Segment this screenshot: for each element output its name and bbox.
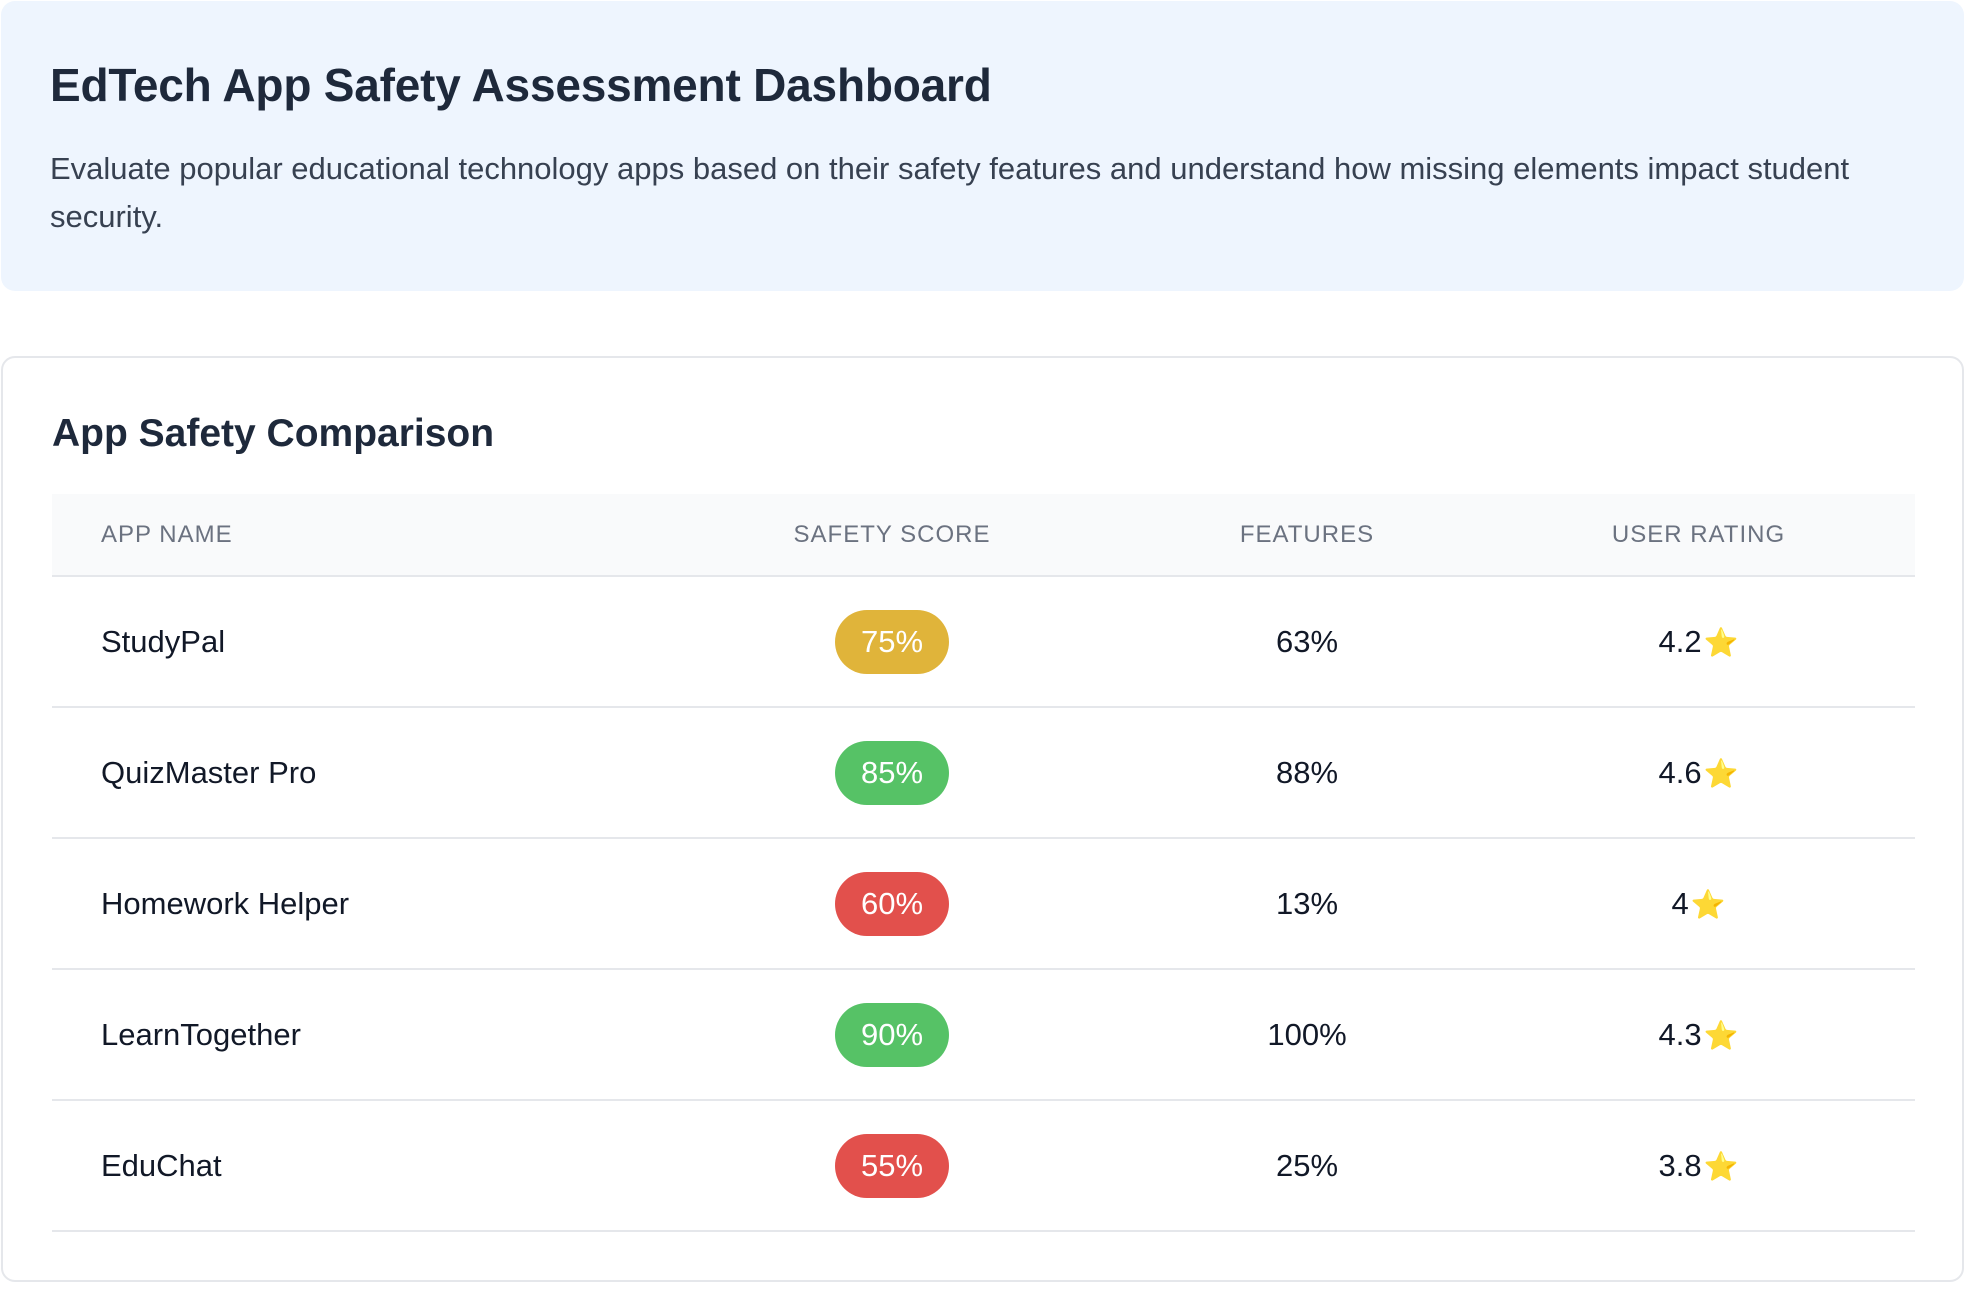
table-header-row: APP NAME SAFETY SCORE FEATURES USER RATI… [52,494,1915,577]
app-name-cell: EduChat [52,1100,652,1232]
features-cell: 63% [1132,576,1482,708]
section-title: App Safety Comparison [52,412,495,455]
safety-score-badge: 75% [835,609,949,674]
star-icon: ⭐ [1703,1019,1739,1051]
user-rating-cell: 4.6⭐ [1482,707,1915,839]
star-icon: ⭐ [1703,1150,1739,1182]
features-cell: 100% [1132,969,1482,1101]
user-rating-cell: 3.8⭐ [1482,1100,1915,1232]
page-title: EdTech App Safety Assessment Dashboard [50,59,992,111]
safety-score-cell: 90% [652,969,1132,1101]
column-header-features[interactable]: FEATURES [1132,494,1482,577]
column-header-safety-score[interactable]: SAFETY SCORE [652,494,1132,577]
user-rating-value: 4.3 [1658,1016,1702,1052]
column-header-user-rating[interactable]: USER RATING [1482,494,1915,577]
column-header-app-name[interactable]: APP NAME [52,494,652,577]
table-row[interactable]: QuizMaster Pro 85% 88% 4.6⭐ [52,707,1915,839]
features-cell: 25% [1132,1100,1482,1232]
features-cell: 88% [1132,707,1482,839]
app-name-cell: StudyPal [52,576,652,708]
safety-score-cell: 85% [652,707,1132,839]
app-safety-comparison-card: App Safety Comparison APP NAME SAFETY SC… [1,356,1964,1282]
user-rating-cell: 4.2⭐ [1482,576,1915,708]
table-row[interactable]: StudyPal 75% 63% 4.2⭐ [52,576,1915,708]
safety-score-badge: 90% [835,1002,949,1067]
table-row[interactable]: EduChat 55% 25% 3.8⭐ [52,1100,1915,1232]
app-safety-table: APP NAME SAFETY SCORE FEATURES USER RATI… [52,494,1915,1232]
user-rating-value: 4.2 [1658,623,1702,659]
table-body: StudyPal 75% 63% 4.2⭐ QuizMaster Pro 85% 88% 4.… [52,576,1915,1232]
dashboard-header: EdTech App Safety Assessment Dashboard E… [1,1,1964,291]
safety-score-badge: 55% [835,1133,949,1198]
app-name-cell: LearnTogether [52,969,652,1101]
user-rating-cell: 4.3⭐ [1482,969,1915,1101]
page-description: Evaluate popular educational technology … [50,151,1850,234]
safety-score-badge: 60% [835,871,949,936]
safety-score-badge: 85% [835,740,949,805]
star-icon: ⭐ [1703,757,1739,789]
safety-score-cell: 75% [652,576,1132,708]
features-cell: 13% [1132,838,1482,970]
app-name-cell: Homework Helper [52,838,652,970]
safety-score-cell: 55% [652,1100,1132,1232]
star-icon: ⭐ [1703,626,1739,658]
user-rating-value: 4 [1671,885,1689,921]
safety-score-cell: 60% [652,838,1132,970]
star-icon: ⭐ [1690,888,1726,920]
table-row[interactable]: Homework Helper 60% 13% 4⭐ [52,838,1915,970]
user-rating-cell: 4⭐ [1482,838,1915,970]
app-name-cell: QuizMaster Pro [52,707,652,839]
table-row[interactable]: LearnTogether 90% 100% 4.3⭐ [52,969,1915,1101]
user-rating-value: 4.6 [1658,754,1702,790]
user-rating-value: 3.8 [1658,1147,1702,1183]
table-header: APP NAME SAFETY SCORE FEATURES USER RATI… [52,494,1915,577]
